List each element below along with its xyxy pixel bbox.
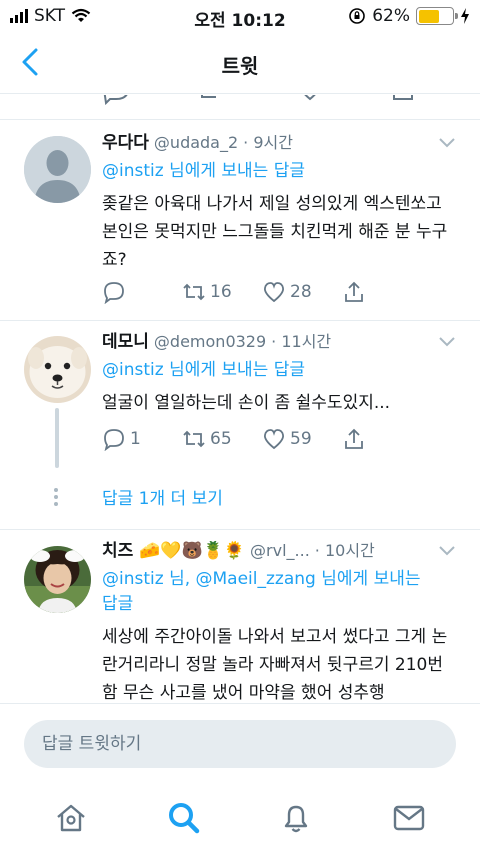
retweet-action[interactable]: 65 bbox=[182, 426, 262, 452]
default-avatar-icon bbox=[24, 136, 91, 203]
battery-percent: 62% bbox=[372, 6, 410, 26]
tweet-text: 세상에 주간아이돌 나와서 보고서 썼다고 그게 논란거리라니 정말 놀라 자빠… bbox=[102, 627, 448, 703]
reply-tweet[interactable]: 우다다 @udada_2 · 9시간 @instiz 님에게 보내는 답글 좆같… bbox=[0, 119, 480, 319]
reply-context: @instiz 님에게 보내는 답글 bbox=[102, 358, 457, 383]
page-title: 트윗 bbox=[221, 54, 259, 78]
tab-home[interactable] bbox=[53, 800, 89, 836]
charging-icon bbox=[461, 8, 469, 24]
tab-bar bbox=[0, 783, 480, 852]
share-icon bbox=[345, 428, 363, 449]
chevron-down-icon[interactable] bbox=[437, 543, 457, 557]
search-icon bbox=[168, 802, 199, 833]
reply-action[interactable]: 1 bbox=[102, 426, 182, 452]
person-avatar-image bbox=[24, 546, 91, 613]
mention-link[interactable]: @instiz bbox=[102, 161, 164, 181]
reply-icon bbox=[104, 282, 124, 304]
like-action[interactable]: 28 bbox=[262, 279, 342, 305]
like-count: 28 bbox=[290, 282, 312, 302]
battery-icon bbox=[416, 7, 458, 25]
chevron-down-icon[interactable] bbox=[437, 135, 457, 149]
avatar[interactable] bbox=[24, 136, 91, 203]
user-handle[interactable]: @udada_2 bbox=[154, 131, 238, 155]
reply-count: 1 bbox=[130, 429, 141, 449]
display-name[interactable]: 데모니 bbox=[102, 330, 149, 354]
tweet-time: · 10시간 bbox=[314, 541, 375, 560]
reply-feed: 우다다 @udada_2 · 9시간 @instiz 님에게 보내는 답글 좆같… bbox=[0, 95, 480, 703]
avatar[interactable] bbox=[24, 336, 91, 403]
thread-line bbox=[55, 408, 59, 468]
notifications-icon bbox=[285, 805, 308, 832]
reply-icon bbox=[104, 429, 124, 451]
reply-context: @instiz 님, @Maeil_zzang 님에게 보내는 답글 bbox=[102, 567, 457, 617]
reply-action[interactable] bbox=[102, 279, 182, 305]
reply-tweet[interactable]: 치즈 🧀💛🐻🍍🌻 @rvl_... · 10시간 @instiz 님, @Mae… bbox=[0, 529, 480, 703]
home-icon bbox=[57, 804, 86, 831]
tab-messages[interactable] bbox=[391, 800, 427, 836]
like-count: 59 bbox=[290, 429, 312, 449]
tweet-text: 좆같은 아육대 나가서 제일 성의있게 엑스텐쏘고 본인은 못먹지만 느그돌들 … bbox=[102, 194, 448, 270]
previous-tweet-actions bbox=[103, 95, 413, 105]
mention-link[interactable]: @instiz bbox=[102, 360, 164, 380]
reply-suffix-line2: 답글 bbox=[102, 594, 134, 614]
more-dots-icon bbox=[54, 488, 58, 506]
chevron-down-icon[interactable] bbox=[437, 334, 457, 348]
share-action[interactable] bbox=[342, 426, 422, 452]
mention-link[interactable]: @instiz 님, @Maeil_zzang bbox=[102, 569, 316, 589]
reply-suffix: 님에게 보내는 답글 bbox=[169, 161, 306, 181]
reply-composer: 답글 트윗하기 bbox=[0, 703, 480, 783]
heart-icon bbox=[264, 282, 284, 303]
show-more-replies[interactable]: 답글 1개 더 보기 bbox=[102, 484, 223, 509]
status-bar: SKT 오전 10:12 62% bbox=[0, 0, 480, 32]
tweet-text: 얼굴이 열일하는데 손이 좀 쉴수도있지... bbox=[102, 393, 391, 413]
tab-search[interactable] bbox=[166, 800, 202, 836]
reply-suffix: 님에게 보내는 답글 bbox=[169, 360, 306, 380]
tweet-time: · 9시간 bbox=[243, 133, 293, 152]
user-handle[interactable]: @rvl_... bbox=[250, 539, 310, 563]
reply-suffix: 님에게 보내는 bbox=[321, 569, 421, 589]
rotation-lock-icon bbox=[349, 8, 366, 24]
retweet-count: 16 bbox=[210, 282, 232, 302]
retweet-icon bbox=[183, 283, 205, 301]
retweet-icon bbox=[183, 430, 205, 448]
tab-notifications[interactable] bbox=[278, 800, 314, 836]
user-handle[interactable]: @demon0329 bbox=[154, 330, 266, 354]
share-icon bbox=[345, 281, 363, 302]
reply-tweet[interactable]: 데모니 @demon0329 · 11시간 @instiz 님에게 보내는 답글… bbox=[0, 320, 480, 530]
heart-icon bbox=[264, 429, 284, 450]
like-action[interactable]: 59 bbox=[262, 426, 342, 452]
messages-icon bbox=[393, 805, 424, 830]
tweet-time: · 11시간 bbox=[271, 332, 332, 351]
reply-context: @instiz 님에게 보내는 답글 bbox=[102, 159, 457, 184]
share-action[interactable] bbox=[342, 279, 422, 305]
retweet-action[interactable]: 16 bbox=[182, 279, 262, 305]
retweet-count: 65 bbox=[210, 429, 232, 449]
display-name[interactable]: 치즈 🧀💛🐻🍍🌻 bbox=[102, 539, 245, 563]
nav-header: 트윗 bbox=[0, 32, 480, 94]
display-name[interactable]: 우다다 bbox=[102, 131, 149, 155]
dog-avatar-image bbox=[24, 336, 91, 403]
avatar[interactable] bbox=[24, 546, 91, 613]
reply-input[interactable]: 답글 트윗하기 bbox=[24, 720, 456, 768]
